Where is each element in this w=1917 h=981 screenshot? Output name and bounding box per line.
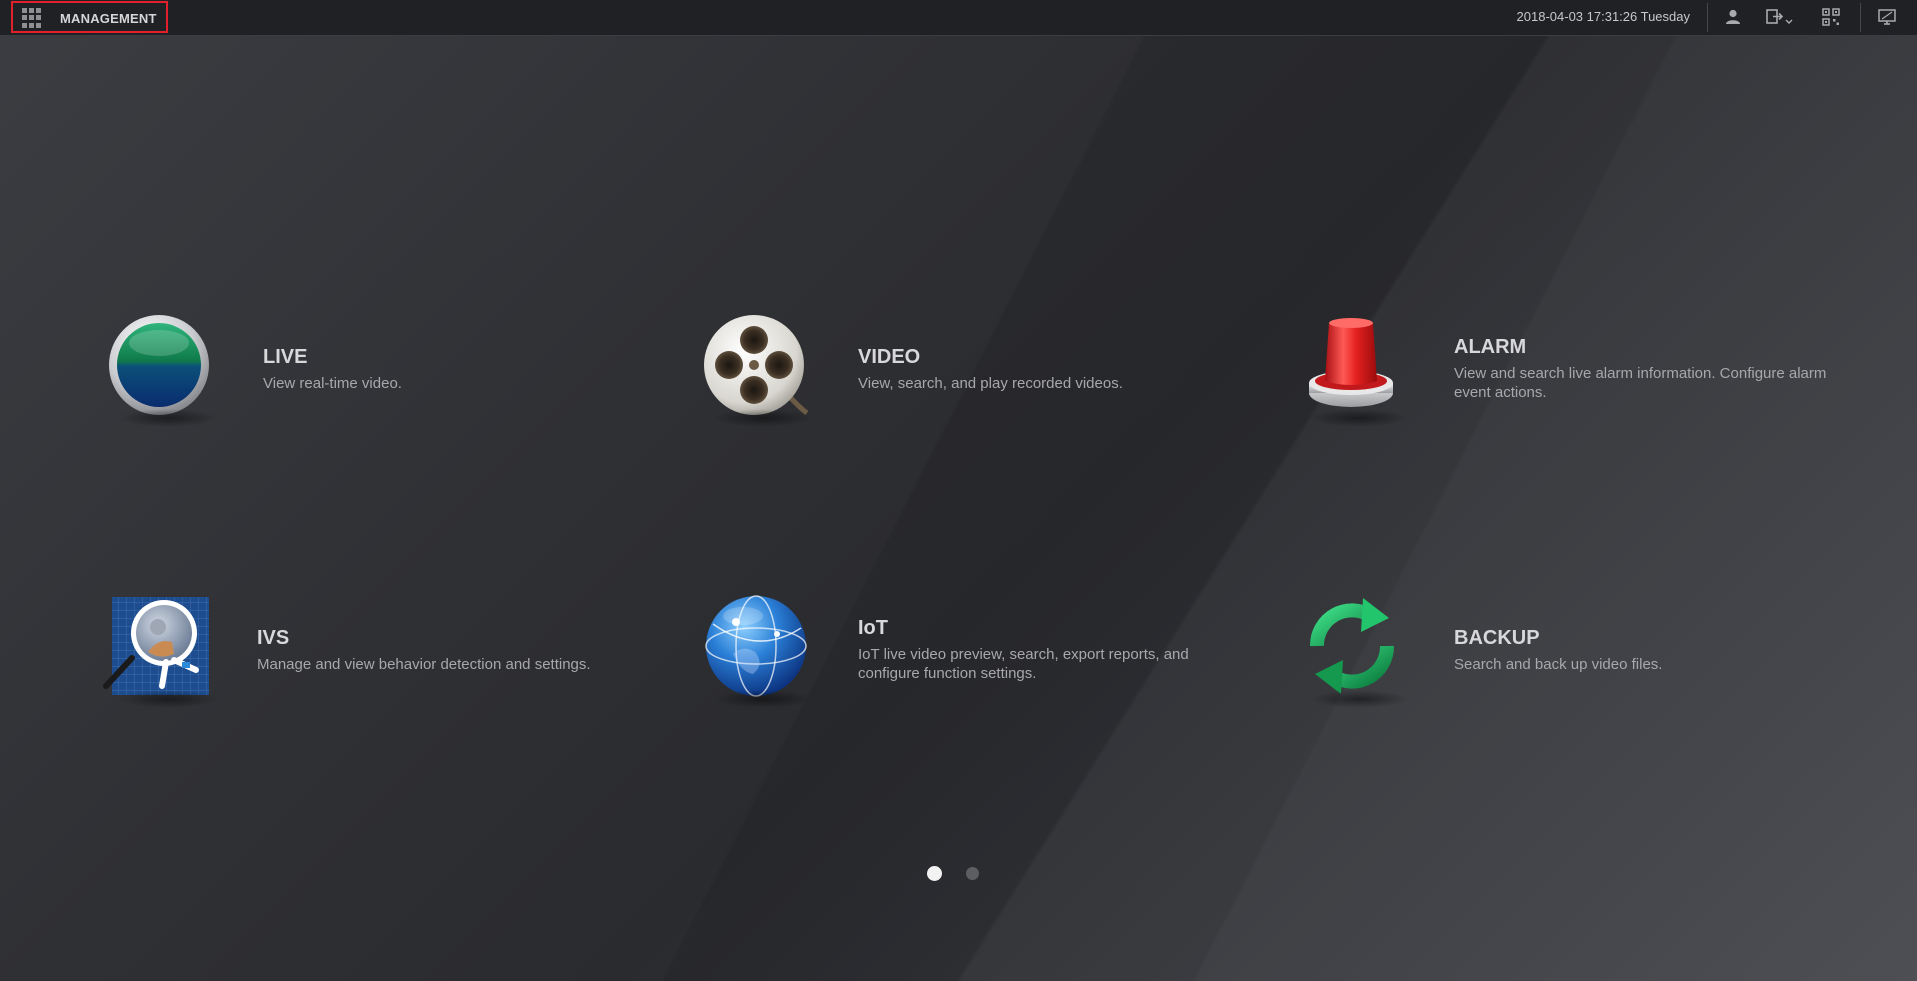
film-reel-icon	[703, 313, 813, 433]
refresh-icon	[1299, 594, 1409, 714]
tile-ivs[interactable]: IVS Manage and view behavior detection a…	[102, 594, 642, 724]
alarm-light-icon	[1299, 313, 1409, 433]
grid-menu-icon	[22, 8, 42, 28]
tile-title: IVS	[257, 627, 290, 649]
tile-title: BACKUP	[1454, 627, 1540, 649]
live-icon	[108, 313, 218, 433]
tile-title: IoT	[858, 617, 888, 639]
tile-description: IoT live video preview, search, export r…	[858, 646, 1189, 682]
tile-live[interactable]: LIVE View real-time video.	[108, 313, 628, 443]
tile-iot[interactable]: IoT IoT live video preview, search, expo…	[703, 594, 1223, 724]
tile-description: Manage and view behavior detection and s…	[257, 656, 591, 673]
management-menu-button[interactable]: MANAGEMENT	[11, 1, 168, 33]
tile-video[interactable]: VIDEO View, search, and play recorded vi…	[703, 313, 1223, 443]
tile-description: View, search, and play recorded videos.	[858, 375, 1123, 392]
page-dot-1[interactable]	[927, 866, 942, 881]
tile-description: View real-time video.	[263, 375, 402, 392]
tile-description: View and search live alarm information. …	[1454, 365, 1827, 401]
tile-title: LIVE	[263, 346, 308, 368]
top-bar: MANAGEMENT 2018-04-03 17:31:26 Tuesday	[0, 0, 1917, 36]
globe-icon	[703, 594, 813, 714]
management-label: MANAGEMENT	[60, 11, 157, 26]
tile-title: VIDEO	[858, 346, 921, 368]
divider	[1707, 3, 1708, 32]
divider	[1860, 3, 1861, 32]
tile-description: Search and back up video files.	[1454, 656, 1663, 673]
tile-backup[interactable]: BACKUP Search and back up video files.	[1299, 594, 1859, 724]
user-icon[interactable]	[1723, 7, 1743, 27]
tile-alarm[interactable]: ALARM View and search live alarm informa…	[1299, 313, 1859, 443]
logout-icon[interactable]	[1764, 7, 1794, 27]
monitor-icon[interactable]	[1877, 7, 1897, 27]
magnifier-icon	[102, 594, 218, 714]
page-dot-2[interactable]	[966, 867, 979, 880]
system-datetime: 2018-04-03 17:31:26 Tuesday	[1516, 9, 1690, 24]
tile-title: ALARM	[1454, 336, 1527, 358]
qrcode-icon[interactable]	[1821, 7, 1841, 27]
